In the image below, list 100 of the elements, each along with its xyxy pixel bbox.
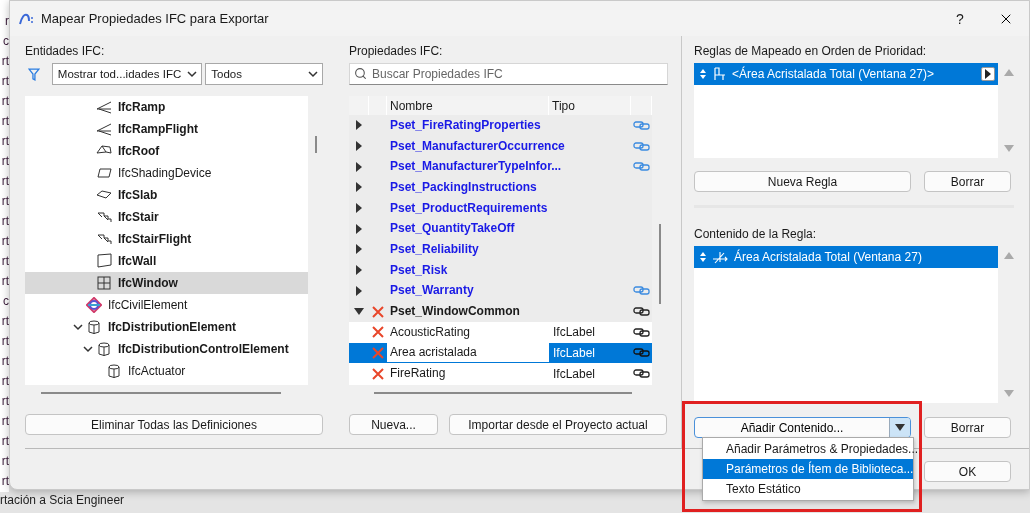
filter-icon[interactable] — [28, 67, 40, 81]
collapsed-icon[interactable] — [354, 265, 364, 276]
delete-rule-button[interactable]: Borrar — [924, 171, 1011, 192]
dropdown-arrow-button[interactable] — [890, 418, 910, 437]
table-row[interactable]: Pset_Warranty — [349, 280, 652, 302]
background-text: rt — [1, 313, 9, 330]
table-cell-text: AcousticRating — [389, 323, 472, 341]
collapsed-icon[interactable] — [354, 203, 364, 214]
new-rule-button[interactable]: Nueva Regla — [694, 171, 911, 192]
table-row[interactable]: Pset_FireRatingProperties — [349, 115, 652, 136]
collapsed-icon[interactable] — [354, 161, 364, 172]
background-text: rt — [1, 393, 9, 410]
ramp-icon — [96, 121, 112, 137]
search-icon — [354, 67, 367, 80]
add-content-split-button[interactable]: Añadir Contenido... — [694, 417, 911, 438]
table-row[interactable]: Pset_WindowCommon — [349, 301, 652, 322]
collapsed-icon[interactable] — [354, 223, 364, 234]
content-text: Área Acristalada Total (Ventana 27) — [734, 250, 923, 264]
tree-item[interactable]: IfcShadingDevice — [25, 162, 308, 184]
background-text: rt — [1, 353, 9, 370]
filter-dropdown[interactable]: Mostrar tod...idades IFC — [51, 63, 203, 85]
content-item[interactable]: Área Acristalada Total (Ventana 27) — [694, 246, 998, 268]
table-row[interactable]: Pset_Reliability — [349, 239, 652, 260]
tree-item[interactable]: IfcRampFlight — [25, 118, 308, 140]
tree-item[interactable]: IfcRamp — [25, 96, 308, 118]
ok-button[interactable]: OK — [924, 461, 1011, 482]
delete-all-button[interactable]: Eliminar Todas las Definiciones — [25, 414, 323, 435]
tree-item[interactable]: IfcWall — [25, 250, 308, 272]
background-text: rt — [1, 73, 9, 90]
table-cell-text: IfcLabel — [552, 345, 597, 360]
sort-handle-icon[interactable] — [700, 69, 706, 79]
rule-item[interactable]: <Área Acristalada Total (Ventana 27)> — [694, 63, 998, 85]
background-text: rt — [1, 53, 9, 70]
import-button[interactable]: Importar desde el Proyecto actual — [449, 414, 667, 435]
expanded-icon[interactable] — [354, 308, 364, 316]
panel-icon — [96, 165, 112, 181]
new-button[interactable]: Nueva... — [349, 414, 438, 435]
background-text: rt — [1, 233, 9, 250]
menu-item[interactable]: Parámetros de Ítem de Biblioteca... — [703, 459, 913, 479]
tree-item[interactable]: IfcWindow — [25, 272, 308, 294]
collapsed-icon[interactable] — [354, 141, 364, 152]
table-cell-text: Pset_ManufacturerTypeInfor... — [389, 158, 563, 176]
link-icon — [633, 327, 650, 337]
tree-item[interactable]: IfcDistributionControlElement — [25, 338, 308, 360]
cross-icon — [372, 367, 384, 380]
background-text: rt — [1, 273, 9, 290]
table-row[interactable]: Pset_PackingInstructions — [349, 177, 652, 198]
tree-item[interactable]: IfcStair — [25, 206, 308, 228]
delete-content-button[interactable]: Borrar — [924, 417, 1011, 438]
chevron-icon[interactable] — [308, 69, 318, 79]
search-field[interactable]: Buscar Propiedades IFC — [349, 63, 668, 85]
scrollbar-thumb[interactable] — [374, 392, 632, 394]
tree-item[interactable]: IfcStairFlight — [25, 228, 308, 250]
sort-handle-icon[interactable] — [700, 252, 706, 262]
rule-text: <Área Acristalada Total (Ventana 27)> — [732, 67, 935, 81]
background-text: rt — [1, 333, 9, 350]
table-cell: Area acristalada — [387, 343, 549, 363]
tree-item[interactable]: IfcRoof — [25, 140, 308, 162]
tree-item[interactable]: IfcCivilElement — [25, 294, 308, 316]
tree-item[interactable]: IfcDistributionElement — [25, 316, 308, 338]
menu-item[interactable]: Texto Estático — [703, 479, 913, 499]
window-icon — [96, 275, 112, 291]
background-text: c — [3, 293, 9, 310]
collapsed-icon[interactable] — [354, 244, 364, 255]
ramp-icon — [96, 99, 112, 115]
tree-item[interactable]: IfcSlab — [25, 184, 308, 206]
section-label: Entidades IFC: — [25, 44, 106, 58]
background-text: r — [5, 13, 9, 30]
collapsed-icon[interactable] — [354, 182, 364, 193]
background-text: rt — [1, 133, 9, 150]
table-row[interactable]: Pset_ManufacturerTypeInfor... — [349, 156, 652, 178]
caret-icon[interactable] — [895, 424, 905, 431]
background-text: rt — [1, 253, 9, 270]
background-text: rt — [1, 213, 9, 230]
background-text: rt — [1, 93, 9, 110]
table-row[interactable]: Pset_ManufacturerOccurrence — [349, 135, 652, 157]
help-button[interactable]: ? — [937, 10, 983, 27]
chevron-icon[interactable] — [83, 344, 93, 354]
collapsed-icon[interactable] — [354, 120, 364, 131]
scrollbar-thumb[interactable] — [315, 136, 317, 153]
scrollbar-thumb[interactable] — [659, 224, 661, 304]
table-cell-text: FireRating — [389, 365, 447, 383]
scrollbar-thumb[interactable] — [41, 392, 281, 394]
link-icon — [633, 307, 650, 317]
table-cell-text: Pset_Risk — [389, 261, 449, 279]
background-text: rt — [1, 373, 9, 390]
table-row[interactable]: Area acristalada IfcLabel — [349, 342, 652, 364]
table-row[interactable]: Pset_QuantityTakeOff — [349, 218, 652, 240]
chevron-icon[interactable] — [187, 69, 198, 79]
link-icon — [633, 162, 650, 172]
section-label: Propiedades IFC: — [349, 44, 444, 58]
background-text: rt — [1, 413, 9, 430]
link-icon — [633, 120, 650, 130]
chevron-icon[interactable] — [73, 322, 83, 332]
tree-item[interactable]: IfcActuator — [25, 360, 308, 382]
collapsed-icon[interactable] — [354, 285, 364, 296]
stairs-icon — [96, 231, 112, 247]
scope-dropdown[interactable]: Todos — [205, 63, 323, 85]
table-row[interactable]: Pset_Risk — [349, 259, 652, 281]
table-row[interactable]: Pset_ProductRequirements — [349, 197, 652, 219]
